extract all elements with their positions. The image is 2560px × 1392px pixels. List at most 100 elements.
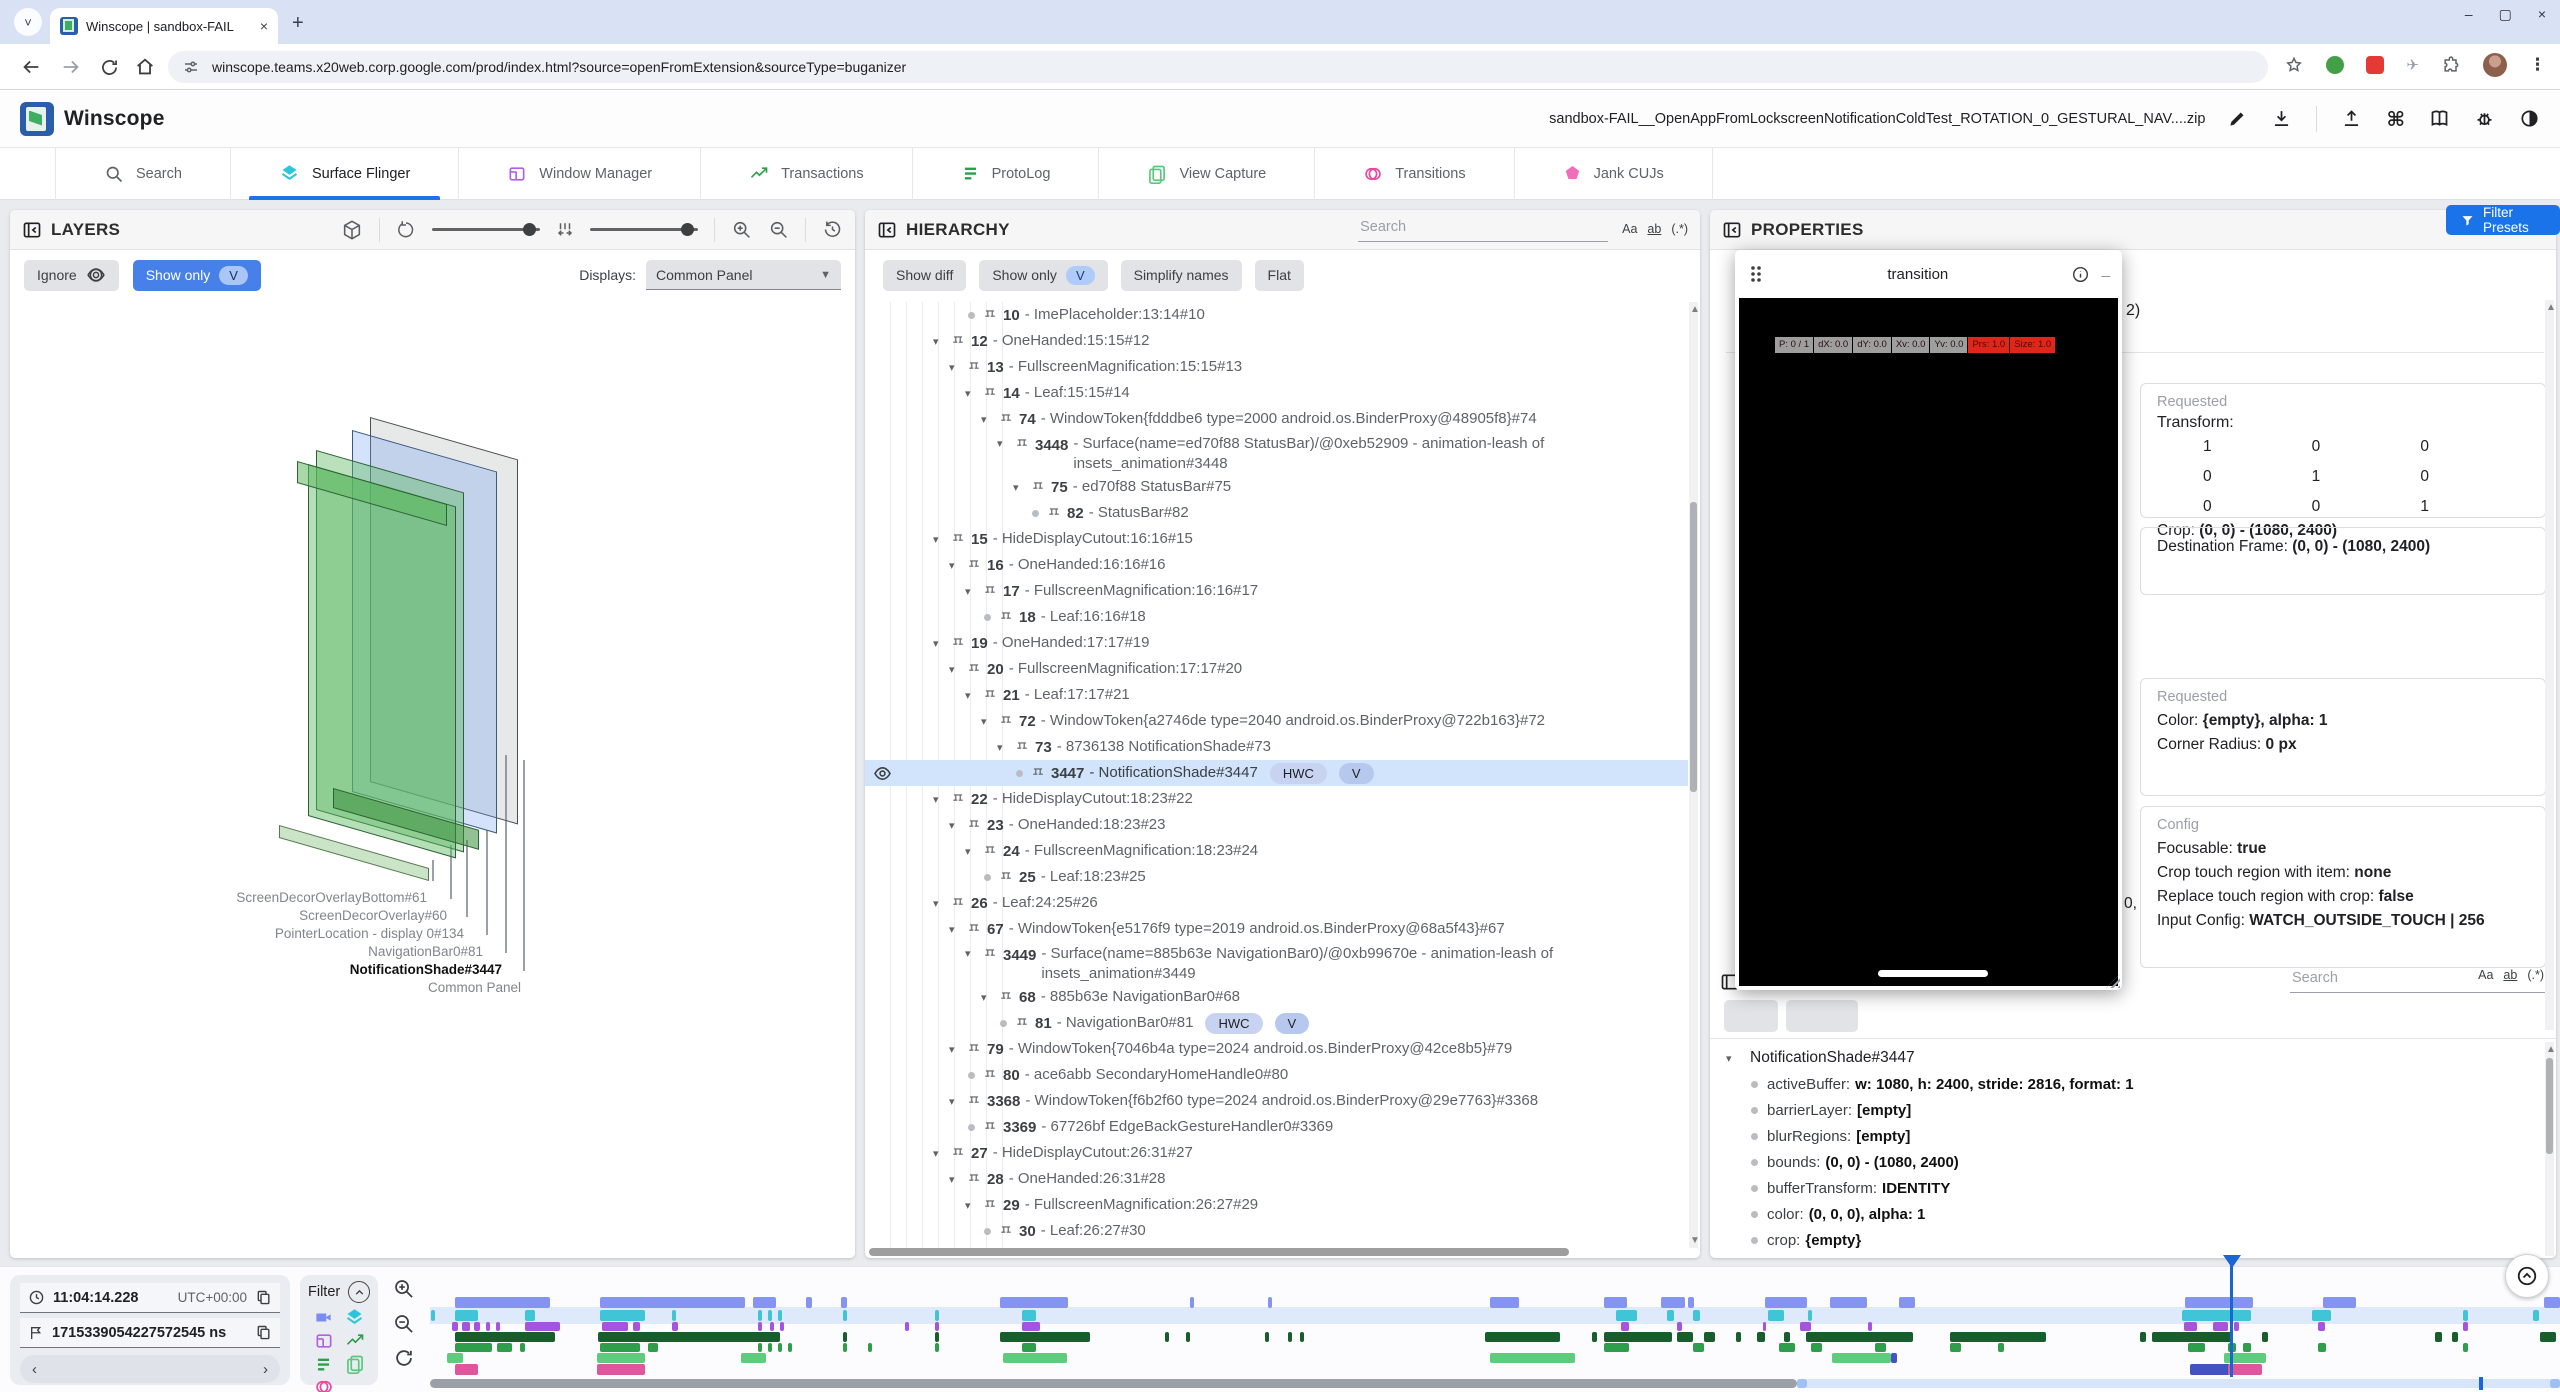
tab-close-icon[interactable]: × (260, 18, 268, 34)
flat-button[interactable]: Flat (1255, 260, 1304, 291)
download-icon[interactable] (2271, 108, 2292, 129)
tab-search[interactable]: Search (55, 148, 231, 200)
tab-transitions[interactable]: Transitions (1315, 148, 1514, 200)
drag-handle-icon[interactable] (1747, 263, 1765, 285)
search-matchers[interactable]: Aaab(.*) (1622, 222, 1688, 242)
expand-arrow-icon[interactable]: ▾ (997, 437, 1011, 450)
tree-node-21[interactable]: ▾21 - Leaf:17:17#21 (865, 682, 1688, 708)
tab-transactions[interactable]: Transactions (701, 148, 912, 200)
tree-node-72[interactable]: ▾72 - WindowToken{a2746de type=2040 andr… (865, 708, 1688, 734)
tree-node-3447[interactable]: 3447 - NotificationShade#3447HWCV (865, 760, 1688, 786)
property-item-color[interactable]: color:(0, 0, 0), alpha: 1 (1710, 1201, 2556, 1227)
obscured-button[interactable] (1724, 1000, 1778, 1032)
tree-node-74[interactable]: ▾74 - WindowToken{fdddbe6 type=2000 andr… (865, 406, 1688, 432)
tree-node-15[interactable]: ▾15 - HideDisplayCutout:16:16#15 (865, 526, 1688, 552)
browser-tab[interactable]: Winscope | sandbox-FAIL × (50, 8, 278, 44)
tree-node-17[interactable]: ▾17 - FullscreenMagnification:16:16#17 (865, 578, 1688, 604)
expand-arrow-icon[interactable]: ▾ (949, 923, 963, 936)
expand-arrow-icon[interactable]: ▾ (949, 1173, 963, 1186)
extension-disabled-icon[interactable]: ✈ (2406, 56, 2419, 74)
extension-green-icon[interactable] (2326, 56, 2344, 74)
filter-sf-icon[interactable] (344, 1307, 365, 1328)
match-case-icon[interactable]: Aa (2478, 968, 2493, 982)
reset-view-icon[interactable] (822, 219, 843, 240)
regex-icon[interactable]: (.*) (1671, 222, 1688, 236)
url-input[interactable]: winscope.teams.x20web.corp.google.com/pr… (168, 51, 2268, 83)
timeline-range-scrollbar[interactable] (430, 1379, 2560, 1388)
properties-scrollbar[interactable]: ▲ (2545, 300, 2554, 1030)
filter-cam-icon[interactable] (314, 1307, 333, 1328)
hierarchy-search-input[interactable]: Search (1358, 217, 1608, 242)
3d-cube-icon[interactable] (341, 219, 363, 241)
back-icon[interactable] (18, 54, 44, 80)
tab-jank-cujs[interactable]: Jank CUJs (1515, 148, 1713, 200)
property-item-buffertransform[interactable]: bufferTransform:IDENTITY (1710, 1175, 2556, 1201)
tree-node-19[interactable]: ▾19 - OneHanded:17:17#19 (865, 630, 1688, 656)
ignore-button[interactable]: Ignore (24, 260, 119, 291)
upload-icon[interactable] (2341, 108, 2362, 129)
tab-window-manager[interactable]: Window Manager (459, 148, 701, 200)
regex-icon[interactable]: (.*) (2527, 968, 2544, 982)
copy-icon[interactable] (255, 1324, 272, 1341)
new-tab-button[interactable]: + (292, 12, 304, 35)
expand-arrow-icon[interactable]: ▾ (933, 637, 947, 650)
expand-arrow-icon[interactable]: ▾ (949, 1043, 963, 1056)
nanoseconds-input[interactable]: 1715339054227572545 ns (20, 1318, 280, 1348)
expand-arrow-icon[interactable]: ▾ (949, 559, 963, 572)
show-only-v-button[interactable]: Show only V (979, 260, 1107, 291)
expand-arrow-icon[interactable]: ▾ (933, 533, 947, 546)
kebab-menu-icon[interactable]: ⋮ (2529, 55, 2546, 75)
reload-icon[interactable] (96, 54, 122, 80)
timeline-zoom-in-icon[interactable] (392, 1277, 415, 1300)
expand-arrow-icon[interactable]: ▾ (949, 361, 963, 374)
properties-root-node[interactable]: ▾ NotificationShade#3447 (1710, 1039, 2556, 1071)
bug-icon[interactable] (2474, 108, 2495, 129)
puzzle-extensions-icon[interactable] (2441, 55, 2461, 75)
filter-viewcap-icon[interactable] (345, 1354, 365, 1374)
expand-arrow-icon[interactable]: ▾ (965, 689, 979, 702)
edit-icon[interactable] (2227, 109, 2247, 129)
match-case-icon[interactable]: Aa (1622, 222, 1637, 236)
filter-presets-button[interactable]: Filter Presets (2446, 205, 2560, 235)
scroll-to-top-button[interactable] (2505, 1254, 2549, 1298)
close-icon[interactable]: × (2538, 6, 2546, 23)
tab-view-capture[interactable]: View Capture (1099, 148, 1315, 200)
property-item-currframe[interactable]: currFrame:155 (1710, 1253, 2556, 1258)
tree-node-20[interactable]: ▾20 - FullscreenMagnification:17:17#20 (865, 656, 1688, 682)
tree-node-3449[interactable]: ▾3449 - Surface(name=885b63e NavigationB… (865, 942, 1688, 984)
tree-node-29[interactable]: ▾29 - FullscreenMagnification:26:27#29 (865, 1192, 1688, 1218)
site-settings-icon[interactable] (182, 58, 200, 76)
tree-node-3368[interactable]: ▾3368 - WindowToken{f6b2f60 type=2024 an… (865, 1088, 1688, 1114)
search-matchers[interactable]: Aaab(.*) (2478, 968, 2544, 988)
spacing-icon[interactable] (556, 221, 574, 239)
tree-node-81[interactable]: 81 - NavigationBar0#81HWCV (865, 1010, 1688, 1036)
tree-node-79[interactable]: ▾79 - WindowToken{7046b4a type=2024 andr… (865, 1036, 1688, 1062)
expand-arrow-icon[interactable]: ▾ (965, 585, 979, 598)
tree-node-75[interactable]: ▾75 - ed70f88 StatusBar#75 (865, 474, 1688, 500)
expand-arrow-icon[interactable]: ▾ (965, 387, 979, 400)
forward-icon[interactable] (58, 54, 84, 80)
expand-arrow-icon[interactable]: ▾ (1013, 481, 1027, 494)
copy-icon[interactable] (255, 1289, 272, 1306)
timeline-cursor[interactable] (2230, 1261, 2233, 1377)
filter-tx-icon[interactable] (345, 1331, 365, 1351)
dark-mode-icon[interactable] (2519, 108, 2540, 129)
property-item-blurregions[interactable]: blurRegions:[empty] (1710, 1123, 2556, 1149)
rotation-slider[interactable] (432, 228, 540, 231)
minimize-icon[interactable]: _ (2102, 262, 2110, 287)
tree-node-24[interactable]: ▾24 - FullscreenMagnification:18:23#24 (865, 838, 1688, 864)
expand-arrow-icon[interactable]: ▾ (949, 819, 963, 832)
tree-node-80[interactable]: 80 - ace6abb SecondaryHomeHandle0#80 (865, 1062, 1688, 1088)
tree-node-22[interactable]: ▾22 - HideDisplayCutout:18:23#22 (865, 786, 1688, 812)
tree-node-16[interactable]: ▾16 - OneHanded:16:16#16 (865, 552, 1688, 578)
human-time-input[interactable]: 11:04:14.228 UTC+00:00 (20, 1283, 280, 1313)
profile-avatar[interactable] (2483, 53, 2507, 77)
tab-surface-flinger[interactable]: Surface Flinger (231, 148, 459, 200)
tab-search-chevron-icon[interactable]: ˅ (14, 8, 42, 36)
expand-arrow-icon[interactable]: ▾ (965, 1199, 979, 1212)
minimize-icon[interactable]: – (2465, 6, 2473, 23)
next-frame-button[interactable]: › (263, 1361, 268, 1378)
timeline-reset-zoom-icon[interactable] (392, 1347, 415, 1369)
property-item-bounds[interactable]: bounds:(0, 0) - (1080, 2400) (1710, 1149, 2556, 1175)
properties-tree-scrollbar[interactable]: ▲ (2545, 1042, 2554, 1256)
